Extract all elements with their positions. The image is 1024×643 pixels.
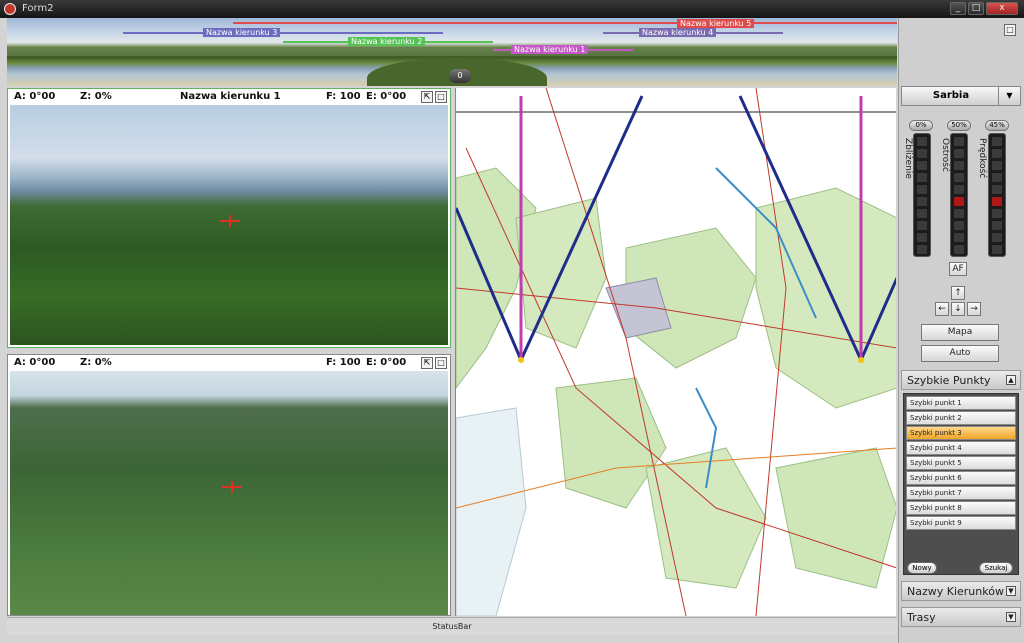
camera-1-crosshair	[220, 215, 240, 227]
new-point-button[interactable]: Nowy	[907, 562, 937, 574]
minimize-button[interactable]: _	[950, 2, 966, 15]
camera-2-header: A: 0°00 Z: 0% F: 100 E: 0°00 ⇱ □	[8, 355, 450, 370]
right-sidebar: □ Sarbia ▼ 0% 50% 45% Zbliżenie Ostrość …	[898, 18, 1024, 643]
zoom-slider[interactable]	[913, 133, 931, 257]
camera-2-azimuth: A: 0°00	[14, 357, 56, 368]
direction-label-5[interactable]: Nazwa kierunku 5	[677, 19, 755, 28]
status-text: StatusBar	[432, 622, 472, 631]
quick-points-header[interactable]: Szybkie Punkty ▲	[901, 370, 1021, 390]
camera-1-image[interactable]	[10, 105, 448, 345]
panorama-strip[interactable]: Nazwa kierunku 5 Nazwa kierunku 3 Nazwa …	[7, 18, 897, 86]
focus-slider[interactable]	[950, 133, 968, 257]
camera-2-crosshair	[222, 481, 242, 493]
autofocus-button[interactable]: AF	[949, 262, 967, 276]
arrow-right-button[interactable]: →	[967, 302, 981, 316]
direction-label-4[interactable]: Nazwa kierunku 4	[639, 28, 717, 37]
speed-label: Prędkość	[977, 138, 987, 179]
location-dropdown[interactable]: Sarbia ▼	[901, 86, 1021, 106]
quick-point-item[interactable]: Szybki punkt 1	[906, 396, 1016, 410]
window-title: Form2	[22, 3, 54, 14]
camera-view-1: A: 0°00 Z: 0% Nazwa kierunku 1 F: 100 E:…	[7, 88, 451, 348]
map-canvas	[456, 88, 896, 616]
camera-1-zoom: Z: 0%	[80, 91, 112, 102]
arrow-left-button[interactable]: ←	[935, 302, 949, 316]
camera-1-azimuth: A: 0°00	[14, 91, 56, 102]
location-value: Sarbia	[932, 90, 970, 101]
focus-value: 50%	[947, 120, 971, 131]
speed-value: 45%	[985, 120, 1009, 131]
zoom-label: Zbliżenie	[903, 138, 913, 179]
maximize-button[interactable]: □	[968, 2, 984, 15]
expand-icon[interactable]: ▼	[1006, 612, 1016, 622]
quick-point-item[interactable]: Szybki punkt 7	[906, 486, 1016, 500]
camera-2-image[interactable]	[10, 371, 448, 615]
arrow-up-button[interactable]: ↑	[951, 286, 965, 300]
quick-point-item[interactable]: Szybki punkt 8	[906, 501, 1016, 515]
camera-1-direction-name: Nazwa kierunku 1	[180, 91, 281, 102]
routes-header[interactable]: Trasy ▼	[901, 607, 1021, 627]
direction-line-3	[123, 32, 443, 34]
search-point-button[interactable]: Szukaj	[979, 562, 1013, 574]
direction-label-1[interactable]: Nazwa kierunku 1	[511, 45, 589, 54]
quick-point-item-selected[interactable]: Szybki punkt 3	[906, 426, 1016, 440]
focus-label: Ostrość	[940, 138, 950, 172]
quick-point-item[interactable]: Szybki punkt 6	[906, 471, 1016, 485]
collapse-icon[interactable]: ▲	[1006, 375, 1016, 385]
direction-label-3[interactable]: Nazwa kierunku 3	[203, 28, 281, 37]
camera-2-focus: F: 100	[326, 357, 361, 368]
camera-view-2: A: 0°00 Z: 0% F: 100 E: 0°00 ⇱ □	[7, 354, 451, 616]
expand-icon[interactable]: ▼	[1006, 586, 1016, 596]
quick-point-item[interactable]: Szybki punkt 5	[906, 456, 1016, 470]
camera-1-maximize-button[interactable]: □	[435, 91, 447, 103]
camera-1-detach-button[interactable]: ⇱	[421, 91, 433, 103]
close-button[interactable]: x	[986, 2, 1018, 15]
camera-1-header: A: 0°00 Z: 0% Nazwa kierunku 1 F: 100 E:…	[8, 89, 450, 104]
camera-2-maximize-button[interactable]: □	[435, 357, 447, 369]
camera-2-zoom: Z: 0%	[80, 357, 112, 368]
map-button[interactable]: Mapa	[921, 324, 999, 341]
quick-point-item[interactable]: Szybki punkt 4	[906, 441, 1016, 455]
routes-title: Trasy	[907, 611, 936, 624]
auto-button[interactable]: Auto	[921, 345, 999, 362]
camera-2-detach-button[interactable]: ⇱	[421, 357, 433, 369]
quick-points-list: Szybki punkt 1 Szybki punkt 2 Szybki pun…	[903, 393, 1019, 575]
status-bar: StatusBar	[7, 617, 897, 635]
quick-point-item[interactable]: Szybki punkt 9	[906, 516, 1016, 530]
quick-point-item[interactable]: Szybki punkt 2	[906, 411, 1016, 425]
direction-line-5	[233, 22, 897, 24]
panorama-ridge	[7, 48, 897, 56]
direction-names-header[interactable]: Nazwy Kierunków ▼	[901, 581, 1021, 601]
title-bar: Form2 _ □ x	[0, 0, 1024, 18]
app-window: Form2 _ □ x Nazwa kierunku 5 Nazwa kieru…	[0, 0, 1024, 643]
zoom-value: 0%	[909, 120, 933, 131]
direction-label-2[interactable]: Nazwa kierunku 2	[348, 37, 426, 46]
sidebar-toggle-button[interactable]: □	[1004, 24, 1016, 36]
map-view[interactable]	[455, 88, 896, 616]
speed-slider[interactable]	[988, 133, 1006, 257]
camera-2-elevation: E: 0°00	[366, 357, 407, 368]
camera-1-focus: F: 100	[326, 91, 361, 102]
chevron-down-icon[interactable]: ▼	[998, 87, 1020, 105]
panorama-counter[interactable]: 0	[449, 69, 471, 83]
arrow-down-button[interactable]: ↓	[951, 302, 965, 316]
app-icon	[4, 3, 16, 15]
direction-names-title: Nazwy Kierunków	[907, 585, 1004, 598]
camera-1-elevation: E: 0°00	[366, 91, 407, 102]
quick-points-title: Szybkie Punkty	[907, 374, 991, 387]
